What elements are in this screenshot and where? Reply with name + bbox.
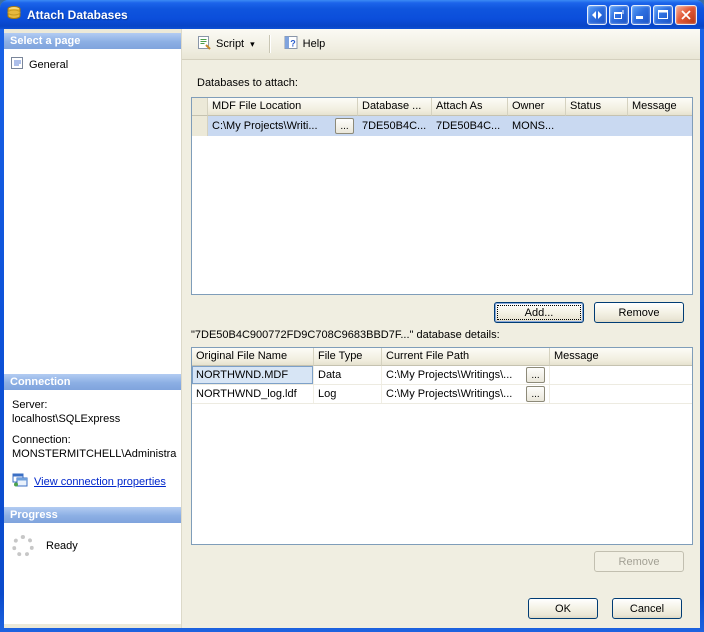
titlebar-buttons xyxy=(587,4,697,25)
nav-arrows-button[interactable] xyxy=(587,4,607,25)
connection-value: MONSTERMITCHELL\Administra xyxy=(12,448,177,460)
column-header-owner[interactable]: Owner xyxy=(508,98,566,116)
database-details-label: "7DE50B4C900772FD9C708C9683BBD7F..." dat… xyxy=(191,329,500,341)
browse-path-button[interactable]: ... xyxy=(526,367,545,383)
row-selector-cell[interactable] xyxy=(192,116,208,136)
progress-spinner-icon xyxy=(12,535,34,557)
minimize-button[interactable] xyxy=(631,4,651,25)
sidebar-item-label: General xyxy=(29,58,69,71)
owner-cell[interactable]: MONS... xyxy=(508,116,566,136)
current-file-path-cell[interactable]: C:\My Projects\Writings\... ... xyxy=(382,366,550,384)
details-table-header: Original File Name File Type Current Fil… xyxy=(192,348,692,366)
original-file-name-cell[interactable]: NORTHWND.MDF xyxy=(192,366,314,384)
table-row[interactable]: NORTHWND_log.ldf Log C:\My Projects\Writ… xyxy=(192,385,692,404)
select-a-page-header: Select a page xyxy=(4,33,181,49)
cancel-button[interactable]: Cancel xyxy=(612,598,682,619)
file-type-cell[interactable]: Log xyxy=(314,385,382,403)
message-cell[interactable] xyxy=(550,366,692,384)
restore-window-icon-button[interactable] xyxy=(609,4,629,25)
message-cell[interactable] xyxy=(628,116,692,136)
column-header-message[interactable]: Message xyxy=(550,348,692,366)
details-remove-button[interactable]: Remove xyxy=(594,551,684,572)
svg-text:?: ? xyxy=(290,39,296,49)
toolbar-separator xyxy=(268,35,270,53)
databases-to-attach-label: Databases to attach: xyxy=(197,77,298,89)
ok-button[interactable]: OK xyxy=(528,598,598,619)
message-cell[interactable] xyxy=(550,385,692,403)
status-cell[interactable] xyxy=(566,116,628,136)
close-icon[interactable] xyxy=(675,4,697,25)
table-row[interactable]: C:\My Projects\Writi... ... 7DE50B4C... … xyxy=(192,116,692,136)
help-button-label: Help xyxy=(302,38,326,50)
connection-panel: Server: localhost\SQLExpress Connection:… xyxy=(4,390,181,507)
toolbar: Script ▾ ? Help xyxy=(182,29,700,60)
sidebar: Select a page General Connection Server:… xyxy=(4,29,181,628)
help-button[interactable]: ? Help xyxy=(277,31,333,57)
attach-as-cell[interactable]: 7DE50B4C... xyxy=(432,116,508,136)
browse-mdf-button[interactable]: ... xyxy=(335,118,354,134)
dialog-body: Select a page General Connection Server:… xyxy=(4,29,700,628)
window-title: Attach Databases xyxy=(27,7,128,22)
column-header-current-file-path[interactable]: Current File Path xyxy=(382,348,550,366)
database-cell[interactable]: 7DE50B4C... xyxy=(358,116,432,136)
column-header-status[interactable]: Status xyxy=(566,98,628,116)
attach-databases-window: Attach Databases Select a page General C… xyxy=(0,0,704,632)
column-header-selector[interactable] xyxy=(192,98,208,116)
progress-header: Progress xyxy=(4,507,181,523)
mdf-file-location-cell[interactable]: C:\My Projects\Writi... ... xyxy=(208,116,358,136)
server-label: Server: xyxy=(12,399,48,411)
connection-label: Connection: xyxy=(12,434,71,446)
progress-panel: Ready xyxy=(4,523,181,624)
table-row[interactable]: NORTHWND.MDF Data C:\My Projects\Writing… xyxy=(192,366,692,385)
remove-button[interactable]: Remove xyxy=(594,302,684,323)
file-type-cell[interactable]: Data xyxy=(314,366,382,384)
title-bar[interactable]: Attach Databases xyxy=(0,0,704,29)
pages-panel: General xyxy=(4,49,181,374)
connection-properties-icon xyxy=(12,473,28,490)
database-details-table: Original File Name File Type Current Fil… xyxy=(191,347,693,545)
script-button-label: Script xyxy=(216,38,245,50)
main-panel: Script ▾ ? Help Databases to attach: MDF… xyxy=(181,29,700,628)
column-header-original-file-name[interactable]: Original File Name xyxy=(192,348,314,366)
column-header-database[interactable]: Database ... xyxy=(358,98,432,116)
databases-table: MDF File Location Database ... Attach As… xyxy=(191,97,693,295)
connection-header: Connection xyxy=(4,374,181,390)
progress-status: Ready xyxy=(46,540,78,552)
maximize-button[interactable] xyxy=(653,4,673,25)
column-header-mdf-file-location[interactable]: MDF File Location xyxy=(208,98,358,116)
help-icon: ? xyxy=(284,35,299,53)
chevron-down-icon: ▾ xyxy=(250,38,255,49)
view-connection-properties-link[interactable]: View connection properties xyxy=(12,473,177,490)
general-page-icon xyxy=(10,56,24,73)
script-icon xyxy=(197,35,212,53)
sidebar-item-general[interactable]: General xyxy=(4,49,181,73)
script-button[interactable]: Script ▾ xyxy=(190,31,262,57)
column-header-file-type[interactable]: File Type xyxy=(314,348,382,366)
link-label: View connection properties xyxy=(34,475,166,488)
databases-table-header: MDF File Location Database ... Attach As… xyxy=(192,98,692,116)
server-value: localhost\SQLExpress xyxy=(12,413,121,425)
browse-path-button[interactable]: ... xyxy=(526,386,545,402)
current-file-path-cell[interactable]: C:\My Projects\Writings\... ... xyxy=(382,385,550,403)
original-file-name-cell[interactable]: NORTHWND_log.ldf xyxy=(192,385,314,403)
column-header-attach-as[interactable]: Attach As xyxy=(432,98,508,116)
column-header-message[interactable]: Message xyxy=(628,98,692,116)
database-window-icon xyxy=(6,5,22,24)
add-button[interactable]: Add... xyxy=(494,302,584,323)
